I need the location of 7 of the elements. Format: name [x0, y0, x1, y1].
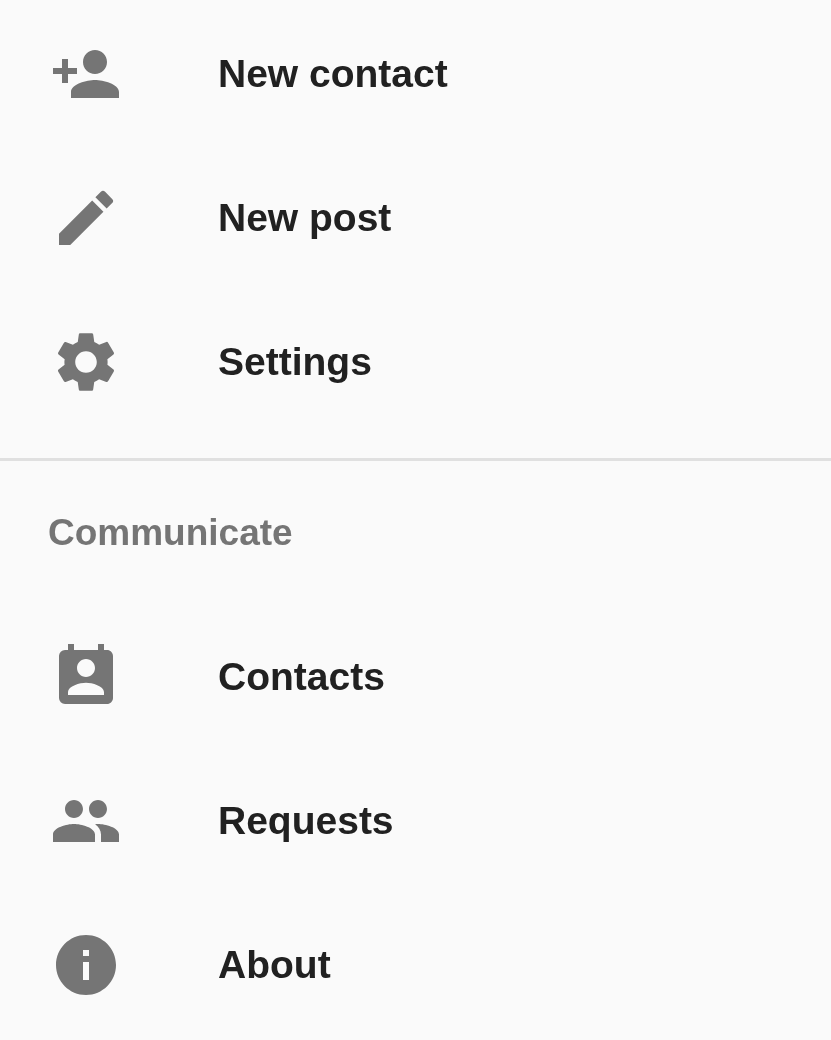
menu-item[interactable]: New contact: [218, 52, 448, 96]
menu-item[interactable]: Contacts: [218, 655, 385, 699]
menu-item[interactable]: About: [218, 943, 331, 987]
menu-item[interactable]: Requests: [218, 799, 394, 843]
menu-item[interactable]: Settings: [218, 340, 372, 384]
section-header: Communicate: [48, 512, 293, 554]
menu-item[interactable]: New post: [218, 196, 392, 240]
